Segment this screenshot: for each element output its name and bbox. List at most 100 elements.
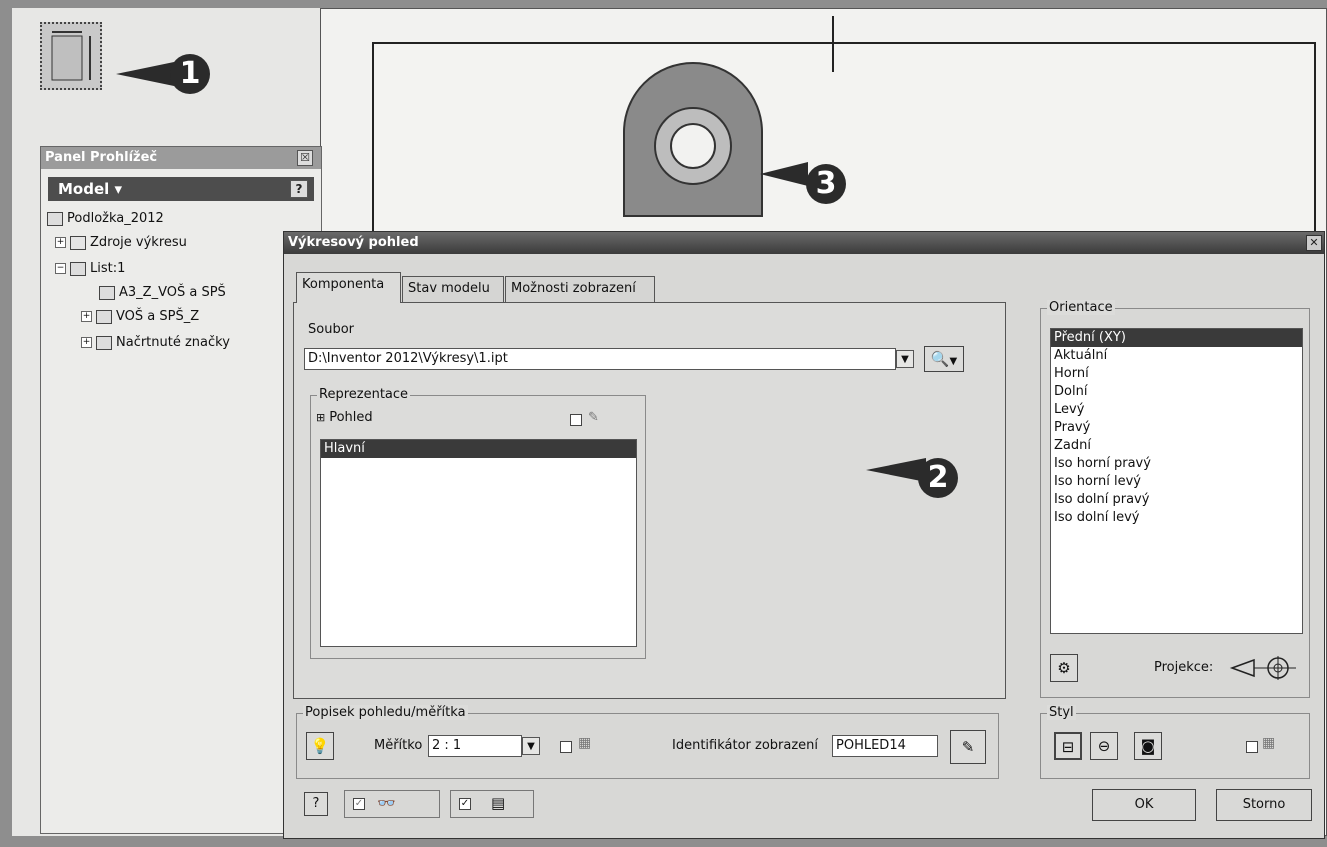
list-item[interactable]: Dolní bbox=[1051, 383, 1302, 401]
expand-icon[interactable]: + bbox=[81, 311, 92, 322]
dialog-title: Výkresový pohled bbox=[288, 235, 419, 250]
projection-symbol-icon bbox=[1229, 656, 1296, 680]
list-item[interactable]: Iso dolní levý bbox=[1051, 509, 1302, 527]
view-label-text: Pohled bbox=[329, 410, 373, 425]
hidden-line-removed-icon: ⊖ bbox=[1097, 737, 1111, 755]
callout-marker-3: 3 bbox=[806, 164, 846, 204]
tab-display-options[interactable]: Možnosti zobrazení bbox=[505, 276, 655, 302]
projection-label: Projekce: bbox=[1154, 660, 1214, 675]
layout-icon: ▤ bbox=[491, 794, 506, 812]
expand-icon[interactable]: + bbox=[81, 337, 92, 348]
projection-type-button[interactable] bbox=[1228, 654, 1298, 682]
custom-view-icon: ⚙ bbox=[1057, 659, 1071, 677]
panel-title-bar: Panel Prohlížeč ☒ bbox=[41, 147, 321, 169]
orientation-title: Orientace bbox=[1047, 300, 1115, 315]
style-hidden-line-removed-button[interactable]: ⊖ bbox=[1090, 732, 1118, 760]
tree-item-root[interactable]: Podložka_2012 bbox=[47, 209, 164, 229]
view-identifier-label: Identifikátor zobrazení bbox=[672, 738, 819, 753]
tree-item-label: Podložka_2012 bbox=[67, 211, 164, 226]
list-item[interactable]: Horní bbox=[1051, 365, 1302, 383]
tree-item-label: Zdroje výkresu bbox=[90, 235, 187, 250]
expand-icon[interactable]: + bbox=[55, 237, 66, 248]
callout-marker-1: 1 bbox=[170, 54, 210, 94]
view-representation-icon: ⊞ bbox=[316, 411, 326, 424]
symbol-icon bbox=[96, 335, 112, 350]
style-link-icon: ▦ bbox=[1262, 735, 1276, 751]
representation-title: Reprezentace bbox=[317, 387, 411, 402]
scale-visibility-checkbox[interactable] bbox=[560, 741, 572, 753]
panel-close-button[interactable]: ☒ bbox=[297, 150, 313, 166]
edit-identifier-button[interactable]: ✎ bbox=[950, 730, 986, 764]
hidden-line-icon: ⊟ bbox=[1061, 738, 1075, 756]
list-item[interactable]: Zadní bbox=[1051, 437, 1302, 455]
style-title: Styl bbox=[1047, 705, 1076, 720]
callout-marker-2: 2 bbox=[918, 458, 958, 498]
folder-icon bbox=[70, 235, 86, 250]
preview-checkbox[interactable]: ✓ bbox=[353, 798, 365, 810]
center-mark bbox=[832, 16, 834, 72]
tree-item-sheet[interactable]: − List:1 bbox=[55, 259, 125, 279]
callout-arrow-3 bbox=[760, 162, 808, 186]
view-representation-label: ⊞ Pohled bbox=[316, 410, 373, 425]
edit-view-label-button[interactable]: 💡 bbox=[306, 732, 334, 760]
file-path-input[interactable]: D:\Inventor 2012\Výkresy\1.ipt bbox=[304, 348, 896, 370]
view-identifier-input[interactable]: POHLED14 bbox=[832, 735, 938, 757]
representation-associative-checkbox[interactable] bbox=[570, 414, 582, 426]
scale-input[interactable]: 2 : 1 bbox=[428, 735, 522, 757]
tree-item-label: VOŠ a SPŠ_Z bbox=[116, 309, 200, 324]
list-item[interactable]: Hlavní bbox=[321, 440, 636, 458]
scale-dropdown-button[interactable]: ▼ bbox=[522, 737, 540, 755]
change-view-orientation-button[interactable]: ⚙ bbox=[1050, 654, 1078, 682]
callout-arrow-2 bbox=[866, 458, 926, 482]
toggle-layout-group[interactable]: ✓ ▤ bbox=[450, 790, 534, 818]
list-item[interactable]: Přední (XY) bbox=[1051, 329, 1302, 347]
scale-label: Měřítko bbox=[374, 738, 423, 753]
open-file-button[interactable]: 🔍▼ bbox=[924, 346, 964, 372]
part-view-preview[interactable] bbox=[618, 62, 768, 222]
layout-checkbox[interactable]: ✓ bbox=[459, 798, 471, 810]
tree-item-label: Načrtnuté značky bbox=[116, 335, 230, 350]
toggle-preview-group[interactable]: ✓ 👓 bbox=[344, 790, 440, 818]
dialog-title-bar[interactable]: Výkresový pohled ✕ bbox=[284, 232, 1324, 254]
tab-model-state[interactable]: Stav modelu bbox=[402, 276, 504, 302]
callout-arrow-1 bbox=[116, 62, 174, 86]
open-file-icon: 🔍 bbox=[930, 350, 950, 368]
tree-item-label: A3_Z_VOŠ a SPŠ bbox=[119, 285, 226, 300]
sheet-icon bbox=[70, 261, 86, 276]
lightbulb-icon: 💡 bbox=[310, 737, 330, 755]
representation-list[interactable]: Hlavní bbox=[320, 439, 637, 647]
panel-title: Panel Prohlížeč bbox=[45, 150, 158, 165]
list-item[interactable]: Levý bbox=[1051, 401, 1302, 419]
style-from-base-checkbox[interactable] bbox=[1246, 741, 1258, 753]
pencil-icon: ✎ bbox=[588, 410, 599, 425]
collapse-icon[interactable]: − bbox=[55, 263, 66, 274]
style-shaded-button[interactable]: ◙ bbox=[1134, 732, 1162, 760]
orientation-list[interactable]: Přední (XY) Aktuální Horní Dolní Levý Pr… bbox=[1050, 328, 1303, 634]
drawing-icon bbox=[47, 211, 63, 226]
model-label: Model ▾ bbox=[58, 180, 123, 198]
label-scale-title: Popisek pohledu/měřítka bbox=[303, 705, 468, 720]
list-item[interactable]: Iso dolní pravý bbox=[1051, 491, 1302, 509]
drawing-view-dialog: Výkresový pohled ✕ Komponenta Stav model… bbox=[283, 231, 1325, 839]
style-hidden-line-button[interactable]: ⊟ bbox=[1054, 732, 1082, 760]
tree-item-label: List:1 bbox=[90, 261, 126, 276]
file-dropdown-button[interactable]: ▼ bbox=[896, 350, 914, 368]
tree-item-border[interactable]: A3_Z_VOŠ a SPŠ bbox=[99, 283, 226, 303]
help-button[interactable]: ? bbox=[304, 792, 328, 816]
cancel-button[interactable]: Storno bbox=[1216, 789, 1312, 821]
pencil-icon: ✎ bbox=[961, 738, 975, 756]
list-item[interactable]: Iso horní pravý bbox=[1051, 455, 1302, 473]
visibility-icon: ▦ bbox=[578, 735, 592, 751]
list-item[interactable]: Aktuální bbox=[1051, 347, 1302, 365]
tree-item-title-block[interactable]: + VOŠ a SPŠ_Z bbox=[81, 307, 199, 327]
ok-button[interactable]: OK bbox=[1092, 789, 1196, 821]
list-item[interactable]: Iso horní levý bbox=[1051, 473, 1302, 491]
help-icon[interactable]: ? bbox=[290, 180, 308, 198]
create-view-tool-icon[interactable] bbox=[40, 22, 102, 90]
tree-item-drawing-resources[interactable]: + Zdroje výkresu bbox=[55, 233, 187, 253]
model-dropdown[interactable]: Model ▾ ? bbox=[48, 177, 314, 201]
dialog-close-button[interactable]: ✕ bbox=[1306, 235, 1322, 251]
tab-component[interactable]: Komponenta bbox=[296, 272, 401, 303]
tree-item-sketched-symbols[interactable]: + Načrtnuté značky bbox=[81, 333, 230, 353]
list-item[interactable]: Pravý bbox=[1051, 419, 1302, 437]
